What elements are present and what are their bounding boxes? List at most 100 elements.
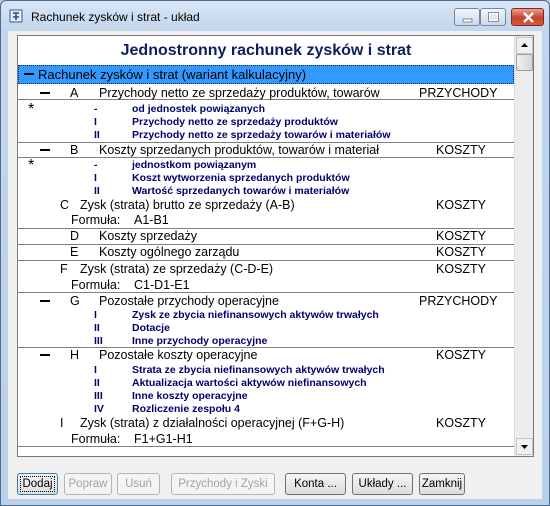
- maximize-icon: [488, 12, 499, 22]
- subitem-row[interactable]: III Inne przychody operacyjne: [18, 335, 514, 347]
- row-label: Koszty sprzedanych produktów, towarów i …: [99, 143, 379, 157]
- tree-row-f[interactable]: F Zysk (strata) ze sprzedaży (C-D-E) KOS…: [18, 262, 514, 276]
- subitem-number: I: [94, 309, 97, 321]
- tree-row-h[interactable]: H Pozostałe koszty operacyjne KOSZTY: [18, 347, 514, 362]
- row-letter: E: [70, 245, 79, 259]
- title-bar[interactable]: Rachunek zysków i strat - układ: [1, 1, 549, 31]
- row-type: KOSZTY: [436, 416, 487, 430]
- collapse-icon[interactable]: [40, 92, 50, 94]
- section-row-selected[interactable]: Rachunek zysków i strat (wariant kalkula…: [18, 65, 514, 84]
- subitem-label: Koszt wytworzenia sprzedanych produktów: [132, 172, 350, 184]
- formula-row[interactable]: Formuła: A1-B1: [18, 213, 514, 229]
- row-type: KOSZTY: [436, 348, 487, 362]
- subitem-label: Wartość sprzedanych towarów i materiałów: [132, 185, 350, 197]
- formula-label: Formuła:: [71, 213, 121, 227]
- row-letter: G: [70, 294, 80, 308]
- tree-row-e[interactable]: E Koszty ogólnego zarządu KOSZTY: [18, 245, 514, 261]
- subitem-number: II: [94, 377, 100, 389]
- subitem-row[interactable]: II Aktualizacja wartości aktywów niefina…: [18, 377, 514, 389]
- arrow-down-icon: [521, 445, 528, 449]
- vertical-scrollbar[interactable]: [514, 36, 533, 456]
- row-type: KOSZTY: [436, 198, 487, 212]
- asterisk-icon: *: [28, 157, 35, 174]
- subitem-row[interactable]: I Koszt wytworzenia sprzedanych produktó…: [18, 172, 514, 184]
- tree-row-b[interactable]: B Koszty sprzedanych produktów, towarów …: [18, 142, 514, 158]
- subitem-row[interactable]: IV Rozliczenie zespołu 4: [18, 403, 514, 415]
- collapse-icon[interactable]: [40, 354, 50, 356]
- row-label: Zysk (strata) brutto ze sprzedaży (A-B): [80, 198, 295, 212]
- subitem-label: Aktualizacja wartości aktywów niefinanso…: [132, 377, 367, 389]
- collapse-icon[interactable]: [40, 149, 50, 151]
- section-label: Rachunek zysków i strat (wariant kalkula…: [38, 67, 307, 82]
- collapse-icon[interactable]: [24, 73, 34, 75]
- subitem-label: Strata ze zbycia niefinansowych aktywów …: [132, 364, 385, 376]
- row-label: Zysk (strata) ze sprzedaży (C-D-E): [80, 262, 274, 276]
- subitem-label: Rozliczenie zespołu 4: [132, 403, 240, 415]
- row-letter: D: [70, 229, 80, 243]
- scroll-down-button[interactable]: [516, 438, 533, 455]
- subitem-row[interactable]: II Wartość sprzedanych towarów i materia…: [18, 185, 514, 197]
- revenues-gains-button[interactable]: Przychody i Zyski: [171, 473, 275, 495]
- subitem-row[interactable]: II Przychody netto ze sprzedaży towarów …: [18, 129, 514, 141]
- collapse-icon[interactable]: [40, 300, 50, 302]
- window-title: Rachunek zysków i strat - układ: [31, 10, 200, 24]
- subitem-label: Przychody netto ze sprzedaży towarów i m…: [132, 129, 391, 141]
- subitem-number: -: [94, 103, 98, 115]
- report-header: Jednostronny rachunek zysków i strat: [120, 42, 412, 59]
- row-label: Przychody netto ze sprzedaży produktów, …: [99, 86, 380, 100]
- subitem-row[interactable]: I Zysk ze zbycia niefinansowych aktywów …: [18, 309, 514, 321]
- accounts-button[interactable]: Konta ...: [285, 473, 346, 495]
- tree-row-d[interactable]: D Koszty sprzedaży KOSZTY: [18, 229, 514, 245]
- delete-button[interactable]: Usuń: [117, 473, 160, 495]
- row-label: Pozostałe koszty operacyjne: [99, 348, 258, 362]
- formula-row[interactable]: Formuła: F1+G1-H1: [18, 432, 514, 447]
- report-tree-list[interactable]: Jednostronny rachunek zysków i strat Rac…: [17, 35, 534, 457]
- formula-row[interactable]: Formuła: C1-D1-E1: [18, 278, 514, 293]
- tree-row-i[interactable]: I Zysk (strata) z działalności operacyjn…: [18, 416, 514, 430]
- edit-button[interactable]: Popraw: [64, 473, 112, 495]
- subitem-row[interactable]: I Przychody netto ze sprzedaży produktów: [18, 116, 514, 128]
- row-label: Zysk (strata) z działalności operacyjnej…: [80, 416, 345, 430]
- subitem-number: I: [94, 116, 97, 128]
- subitem-number: II: [94, 322, 100, 334]
- subitem-label: od jednostek powiązanych: [132, 103, 266, 115]
- tree-row-c[interactable]: C Zysk (strata) brutto ze sprzedaży (A-B…: [18, 198, 514, 212]
- row-letter: A: [70, 86, 79, 100]
- subitem-row[interactable]: I Strata ze zbycia niefinansowych aktywó…: [18, 364, 514, 376]
- close-button[interactable]: [511, 8, 544, 26]
- row-type: PRZYCHODY: [419, 294, 498, 308]
- layouts-button[interactable]: Układy ...: [352, 473, 413, 495]
- maximize-button[interactable]: [480, 8, 506, 26]
- subitem-number: II: [94, 185, 100, 197]
- subitem-row[interactable]: III Inne koszty operacyjne: [18, 390, 514, 402]
- subitem-label: Zysk ze zbycia niefinansowych aktywów tr…: [132, 309, 379, 321]
- subitem-number: I: [94, 364, 97, 376]
- scroll-up-button[interactable]: [516, 37, 533, 54]
- app-icon: [9, 9, 23, 23]
- row-letter: C: [60, 198, 70, 212]
- subitem-label: Inne przychody operacyjne: [132, 335, 268, 347]
- row-label: Koszty ogólnego zarządu: [99, 245, 240, 259]
- subitem-row[interactable]: * - jednostkom powiązanym: [18, 157, 514, 174]
- subitem-row[interactable]: II Dotacje: [18, 322, 514, 334]
- subitem-row[interactable]: * - od jednostek powiązanych: [18, 101, 514, 118]
- row-type: KOSZTY: [436, 262, 487, 276]
- formula-value: C1-D1-E1: [134, 278, 190, 292]
- row-type: PRZYCHODY: [419, 86, 498, 100]
- subitem-number: IV: [94, 403, 104, 415]
- subitem-number: I: [94, 172, 97, 184]
- minimize-button[interactable]: [454, 8, 480, 26]
- add-button[interactable]: Dodaj: [17, 473, 58, 495]
- row-type: KOSZTY: [436, 229, 487, 243]
- subitem-number: III: [94, 335, 103, 347]
- close-window-button[interactable]: Zamknij: [419, 473, 465, 495]
- row-letter: F: [60, 262, 68, 276]
- asterisk-icon: *: [28, 101, 35, 118]
- tree-row-g[interactable]: G Pozostałe przychody operacyjne PRZYCHO…: [18, 294, 514, 308]
- tree-row-a[interactable]: A Przychody netto ze sprzedaży produktów…: [18, 86, 514, 100]
- scroll-thumb[interactable]: [516, 54, 533, 71]
- subitem-number: III: [94, 390, 103, 402]
- row-type: KOSZTY: [436, 143, 487, 157]
- minimize-icon: [462, 18, 473, 23]
- row-letter: H: [70, 348, 80, 362]
